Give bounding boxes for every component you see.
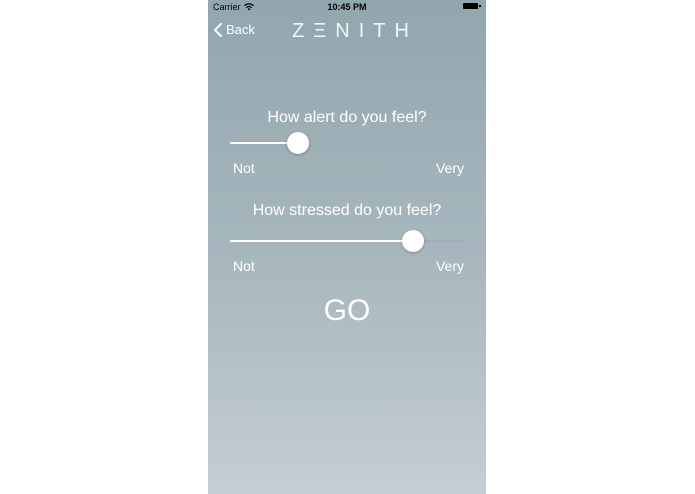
alertness-min-label: Not: [233, 160, 255, 176]
stress-min-label: Not: [233, 258, 255, 274]
app-screen: Carrier 10:45 PM Back ZΞNITH How alert d…: [208, 0, 486, 494]
status-bar: Carrier 10:45 PM: [208, 0, 486, 14]
slider-thumb[interactable]: [402, 230, 424, 252]
brand-logo: ZΞNITH: [292, 20, 418, 42]
alertness-max-label: Very: [435, 160, 464, 176]
slider-thumb[interactable]: [287, 132, 309, 154]
alertness-slider[interactable]: [230, 132, 464, 154]
slider-track: [298, 142, 464, 144]
go-button[interactable]: GO: [208, 294, 486, 328]
status-time: 10:45 PM: [327, 2, 367, 12]
battery-icon: [463, 3, 481, 9]
stress-slider[interactable]: [230, 230, 464, 252]
alertness-question: How alert do you feel?: [267, 109, 427, 126]
stress-max-label: Very: [435, 258, 464, 274]
slider-track-fill: [230, 240, 413, 242]
stress-question: How stressed do you feel?: [252, 202, 442, 219]
